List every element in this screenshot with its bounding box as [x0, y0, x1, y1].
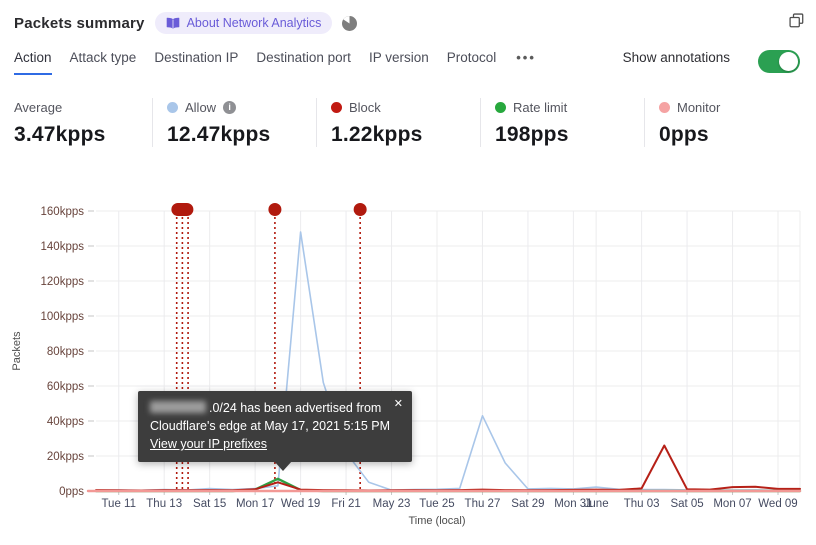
copy-panel-icon[interactable]	[789, 12, 804, 28]
network-analytics-panel: Packets summary About Network Analytics …	[0, 0, 816, 545]
x-tick-label: Fri 21	[331, 498, 360, 510]
page-title: Packets summary	[14, 14, 145, 32]
legend-dot-icon	[167, 101, 178, 113]
stat-average: Average 3.47kpps	[0, 98, 152, 147]
legend-dot-icon	[331, 101, 342, 113]
more-tabs-button[interactable]: •••	[514, 50, 538, 73]
tab-destination-ip[interactable]: Destination IP	[154, 50, 238, 75]
y-tick-label: 100kpps	[41, 311, 85, 323]
stat-value: 0pps	[659, 123, 709, 146]
tab-ip-version[interactable]: IP version	[369, 50, 429, 75]
stats-row: Average 3.47kpps Allow i 12.47kpps Block 1.22k…	[0, 98, 816, 147]
x-tick-label: Sat 29	[511, 498, 544, 510]
y-tick-label: 40kpps	[47, 416, 84, 428]
x-tick-label: June	[584, 498, 609, 510]
x-tick-label: Wed 19	[281, 498, 320, 510]
stat-rate-limit[interactable]: Rate limit 198pps	[480, 98, 644, 147]
y-tick-label: 140kpps	[41, 241, 85, 253]
redacted-ip-prefix	[150, 401, 206, 413]
stat-label: Block	[349, 99, 381, 115]
tabs: Action Attack type Destination IP Destinati…	[14, 50, 800, 78]
y-tick-label: 80kpps	[47, 346, 84, 358]
stat-label: Allow	[185, 99, 217, 115]
info-icon[interactable]: i	[223, 100, 237, 114]
stat-label: Average	[14, 99, 63, 115]
x-tick-label: Sat 05	[670, 498, 703, 510]
book-icon	[166, 17, 180, 30]
show-annotations-toggle[interactable]	[758, 50, 800, 73]
tab-destination-port[interactable]: Destination port	[256, 50, 351, 75]
panel-header: Packets summary About Network Analytics	[14, 8, 804, 38]
stat-block[interactable]: Block 1.22kpps	[316, 98, 480, 147]
view-ip-prefixes-link[interactable]: View your IP prefixes	[150, 436, 267, 454]
y-tick-label: 160kpps	[41, 206, 85, 218]
stat-value: 12.47kpps	[167, 123, 271, 146]
packets-chart-canvas[interactable]: 0pps 20kpps 40kpps 60kpps 80kpps 100kpps 120kp…	[0, 190, 816, 545]
stat-label-row: Average	[14, 98, 152, 116]
stat-label-row: Block	[331, 98, 480, 116]
sampling-indicator-icon[interactable]	[342, 15, 358, 31]
y-tick-label: 60kpps	[47, 381, 84, 393]
tab-attack-type[interactable]: Attack type	[70, 50, 137, 75]
y-tick-label: 20kpps	[47, 451, 84, 463]
tooltip-line2: Cloudflare's edge at May 17, 2021 5:15 P…	[150, 418, 391, 433]
stat-value: 1.22kpps	[331, 123, 423, 146]
badge-label: About Network Analytics	[186, 16, 322, 30]
stat-label-row: Allow i	[167, 98, 316, 116]
stat-label-row: Rate limit	[495, 98, 644, 116]
stat-monitor[interactable]: Monitor 0pps	[644, 98, 808, 147]
annotation-tooltip: .0/24 has been advertised from Cloudflar…	[138, 391, 412, 471]
annotation-marker-dot[interactable]	[353, 203, 367, 216]
show-annotations-label: Show annotations	[622, 50, 730, 65]
stat-label: Monitor	[677, 99, 721, 115]
toggle-knob	[779, 52, 798, 71]
legend-dot-icon	[495, 101, 506, 113]
stat-label: Rate limit	[513, 99, 568, 115]
tab-action[interactable]: Action	[14, 50, 52, 75]
legend-dot-icon	[659, 101, 670, 113]
tooltip-line1: .0/24 has been advertised from	[150, 400, 400, 418]
annotation-marker-pill[interactable]	[171, 203, 194, 216]
y-tick-label: 0pps	[59, 486, 84, 498]
x-tick-label: Wed 09	[758, 498, 797, 510]
tab-protocol[interactable]: Protocol	[447, 50, 497, 75]
x-tick-label: Tue 11	[101, 498, 136, 510]
annotation-marker-dot[interactable]	[268, 203, 282, 216]
tooltip-close-icon[interactable]: ✕	[394, 396, 403, 414]
x-tick-label: Mon 07	[713, 498, 751, 510]
stat-allow[interactable]: Allow i 12.47kpps	[152, 98, 316, 147]
x-tick-label: Thu 03	[624, 498, 660, 510]
x-tick-label: Mon 17	[236, 498, 274, 510]
stat-label-row: Monitor	[659, 98, 808, 116]
stat-value: 198pps	[495, 123, 569, 146]
x-tick-label: Thu 27	[465, 498, 501, 510]
x-axis-title: Time (local)	[408, 515, 465, 527]
x-tick-label: Thu 13	[146, 498, 182, 510]
x-tick-label: May 23	[373, 498, 411, 510]
x-tick-label: Tue 25	[419, 498, 454, 510]
x-tick-label: Sat 15	[193, 498, 226, 510]
stat-value: 3.47kpps	[14, 123, 106, 146]
about-network-analytics-link[interactable]: About Network Analytics	[154, 12, 333, 34]
tooltip-arrow	[274, 460, 292, 471]
y-axis-title: Packets	[11, 331, 23, 371]
tab-list: Action Attack type Destination IP Destinati…	[14, 50, 496, 75]
y-tick-label: 120kpps	[41, 276, 85, 288]
